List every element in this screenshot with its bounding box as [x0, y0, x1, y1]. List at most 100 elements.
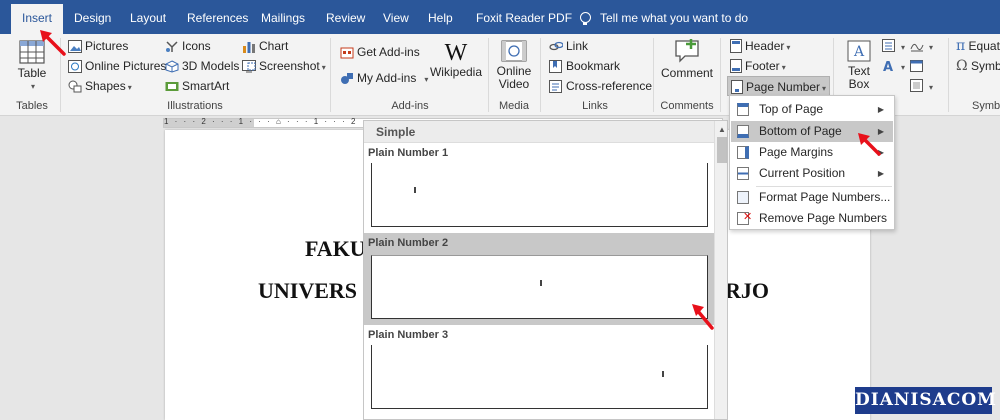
menu-item-label: Remove Page Numbers [759, 211, 888, 225]
tab-references[interactable]: References [187, 0, 248, 34]
text-box-label-line2: Box [848, 77, 870, 91]
screenshot-button[interactable]: Screenshot ▾ [242, 56, 326, 76]
tell-me-text: Tell me what you want to do [600, 11, 749, 25]
header-label: Header [745, 39, 785, 53]
chevron-down-icon: ▾ [901, 63, 906, 72]
wikipedia-label: Wikipedia [429, 65, 483, 79]
my-add-ins-button[interactable]: My Add-ins ▾ [340, 68, 428, 88]
omega-icon: Ω [956, 58, 968, 74]
group-separator [653, 38, 654, 112]
3d-models-button[interactable]: 3D Models [165, 56, 239, 76]
footer-label: Footer [745, 59, 780, 73]
footer-button[interactable]: Footer ▾ [730, 56, 786, 76]
group-separator [720, 38, 721, 112]
tab-layout[interactable]: Layout [130, 0, 166, 34]
gallery-item-plain-number-2[interactable]: Plain Number 2 [364, 233, 714, 325]
group-separator [540, 38, 541, 112]
menu-item-label: Current Position [759, 166, 846, 180]
online-video-button[interactable]: Online Video [493, 40, 535, 91]
wordart-button[interactable]: A ▾ [882, 56, 905, 76]
pictures-icon [68, 40, 82, 53]
group-label-comments: Comments [660, 100, 714, 112]
chevron-down-icon: ▾ [30, 82, 35, 91]
cross-reference-icon [549, 80, 562, 93]
signature-icon [910, 43, 924, 52]
tab-foxit-reader-pdf[interactable]: Foxit Reader PDF [476, 0, 572, 34]
group-label-links: Links [582, 100, 608, 112]
cross-reference-button[interactable]: Cross-reference [549, 76, 652, 96]
remove-x-icon: ✕ [743, 211, 753, 223]
pictures-button[interactable]: Pictures [68, 36, 128, 56]
icons-icon [166, 41, 178, 52]
menu-item-top-of-page[interactable]: Top of Page ▶ [731, 99, 893, 120]
shapes-button[interactable]: Shapes ▾ [68, 76, 132, 96]
chevron-down-icon: ▾ [929, 83, 934, 92]
menu-item-current-position[interactable]: Current Position ▶ [731, 163, 893, 184]
online-pictures-label: Online Pictures [85, 59, 167, 73]
object-button[interactable]: ▾ [910, 76, 933, 96]
bookmark-label: Bookmark [566, 59, 621, 73]
annotation-arrow-icon [692, 304, 714, 330]
tab-view[interactable]: View [383, 0, 409, 34]
chevron-down-icon: ▾ [929, 43, 934, 52]
comment-button[interactable]: Comment [659, 38, 715, 80]
ribbon-tab-bar: Insert Design Layout References Mailings… [0, 0, 1000, 34]
gallery-item-plain-number-3[interactable]: Plain Number 3 [364, 325, 714, 419]
text-box-button[interactable]: A Text Box [840, 40, 878, 91]
screenshot-icon [242, 60, 256, 73]
chevron-down-icon: ▾ [321, 63, 326, 72]
menu-item-format-page-numbers[interactable]: Format Page Numbers... [731, 187, 893, 208]
comment-icon [675, 39, 699, 63]
menu-item-remove-page-numbers[interactable]: ✕ Remove Page Numbers [731, 208, 893, 229]
page-number-marker [662, 371, 664, 377]
online-pictures-button[interactable]: Online Pictures [68, 56, 166, 76]
watermark-logo: DIANISACOM [855, 387, 996, 414]
page-number-button[interactable]: Page Number ▾ [727, 76, 831, 96]
cube-icon [165, 60, 179, 73]
bookmark-icon [549, 60, 562, 73]
get-add-ins-button[interactable]: Get Add-ins [340, 42, 420, 62]
online-video-label-line2: Video [498, 77, 530, 91]
gallery-item-preview [371, 255, 708, 319]
chart-button[interactable]: Chart [242, 36, 288, 56]
bookmark-button[interactable]: Bookmark [549, 56, 620, 76]
date-time-button[interactable] [910, 56, 927, 76]
tab-mailings[interactable]: Mailings [261, 0, 305, 34]
online-pictures-icon [68, 60, 82, 73]
gallery-item-title: Plain Number 1 [368, 147, 449, 159]
wikipedia-button[interactable]: W Wikipedia [429, 40, 483, 79]
comment-label: Comment [660, 66, 713, 80]
tell-me-search[interactable]: Tell me what you want to do [580, 0, 748, 34]
smartart-button[interactable]: SmartArt [165, 76, 229, 96]
object-icon [910, 79, 923, 92]
gallery-scrollbar[interactable]: ▲ [714, 121, 727, 419]
equation-button[interactable]: π Equati [956, 36, 1000, 56]
page-number-icon [731, 80, 743, 94]
gallery-item-plain-number-1[interactable]: Plain Number 1 [364, 143, 714, 235]
store-icon [340, 47, 354, 59]
gallery-item-title: Plain Number 3 [368, 329, 449, 341]
my-add-ins-icon [341, 73, 353, 84]
link-button[interactable]: Link [549, 36, 588, 56]
chart-icon [243, 42, 255, 53]
header-button[interactable]: Header ▾ [730, 36, 790, 56]
signature-line-button[interactable]: ▾ [910, 36, 933, 56]
quick-parts-icon [882, 39, 895, 52]
document-heading-line2: UNIVERS [258, 278, 358, 303]
tab-review[interactable]: Review [326, 0, 365, 34]
text-box-icon: A [847, 40, 871, 62]
annotation-arrow-icon [40, 30, 66, 56]
scroll-thumb[interactable] [717, 137, 727, 163]
menu-item-label: Format Page Numbers... [759, 190, 891, 204]
icons-button[interactable]: Icons [165, 36, 211, 56]
annotation-arrow-icon [858, 133, 881, 156]
tab-design[interactable]: Design [74, 0, 111, 34]
wordart-icon: A [883, 60, 893, 73]
scroll-up-icon[interactable]: ▲ [715, 123, 727, 137]
symbol-button[interactable]: Ω Symbo [956, 56, 1000, 76]
quick-parts-button[interactable]: ▾ [882, 36, 905, 56]
shapes-label: Shapes [85, 79, 126, 93]
pictures-label: Pictures [85, 39, 129, 53]
shapes-icon [68, 80, 82, 93]
tab-help[interactable]: Help [428, 0, 453, 34]
